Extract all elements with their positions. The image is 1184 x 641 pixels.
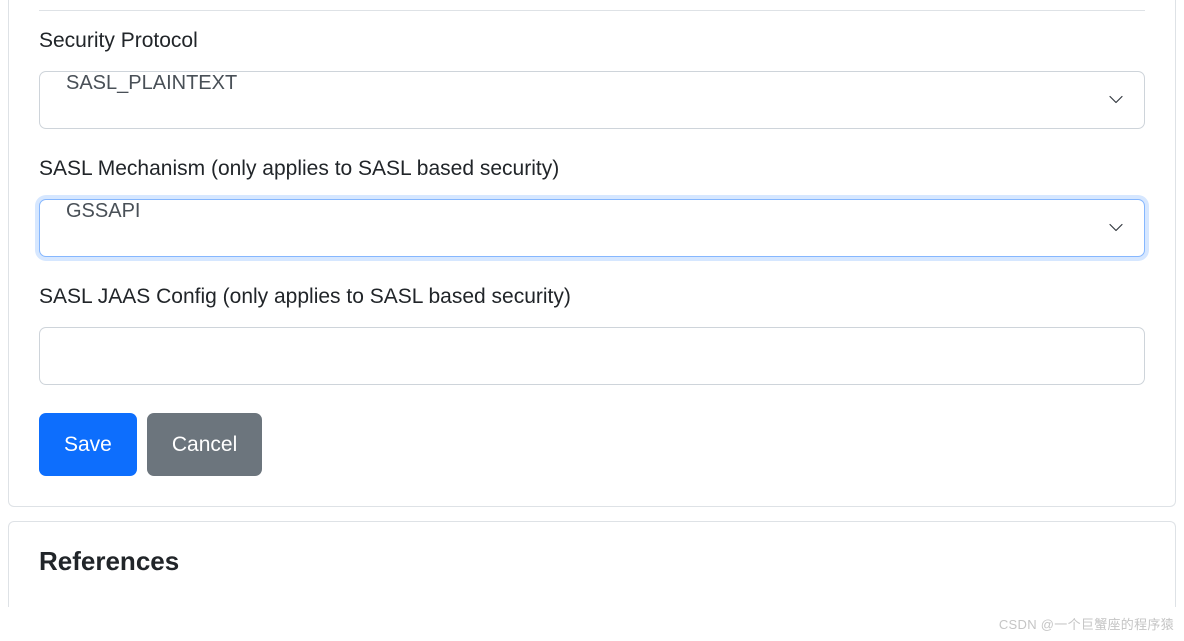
security-protocol-select-wrapper: SASL_PLAINTEXT [39,71,1145,129]
config-form-panel: Security Protocol SASL_PLAINTEXT SASL Me… [8,0,1176,507]
security-protocol-group: Security Protocol SASL_PLAINTEXT [39,29,1145,129]
sasl-jaas-config-group: SASL JAAS Config (only applies to SASL b… [39,285,1145,385]
security-protocol-select[interactable]: SASL_PLAINTEXT [39,71,1145,129]
sasl-jaas-config-label: SASL JAAS Config (only applies to SASL b… [39,285,1145,309]
sasl-mechanism-select[interactable]: GSSAPI [39,199,1145,257]
references-title: References [39,546,1145,577]
save-button[interactable]: Save [39,413,137,476]
watermark: CSDN @一个巨蟹座的程序猿 [999,614,1174,633]
security-protocol-label: Security Protocol [39,29,1145,53]
cancel-button[interactable]: Cancel [147,413,262,476]
sasl-mechanism-select-wrapper: GSSAPI [39,199,1145,257]
button-row: Save Cancel [39,413,1145,476]
sasl-mechanism-label: SASL Mechanism (only applies to SASL bas… [39,157,1145,181]
sasl-jaas-config-input[interactable] [39,327,1145,385]
sasl-mechanism-group: SASL Mechanism (only applies to SASL bas… [39,157,1145,257]
top-divider [39,10,1145,11]
references-panel: References [8,521,1176,607]
